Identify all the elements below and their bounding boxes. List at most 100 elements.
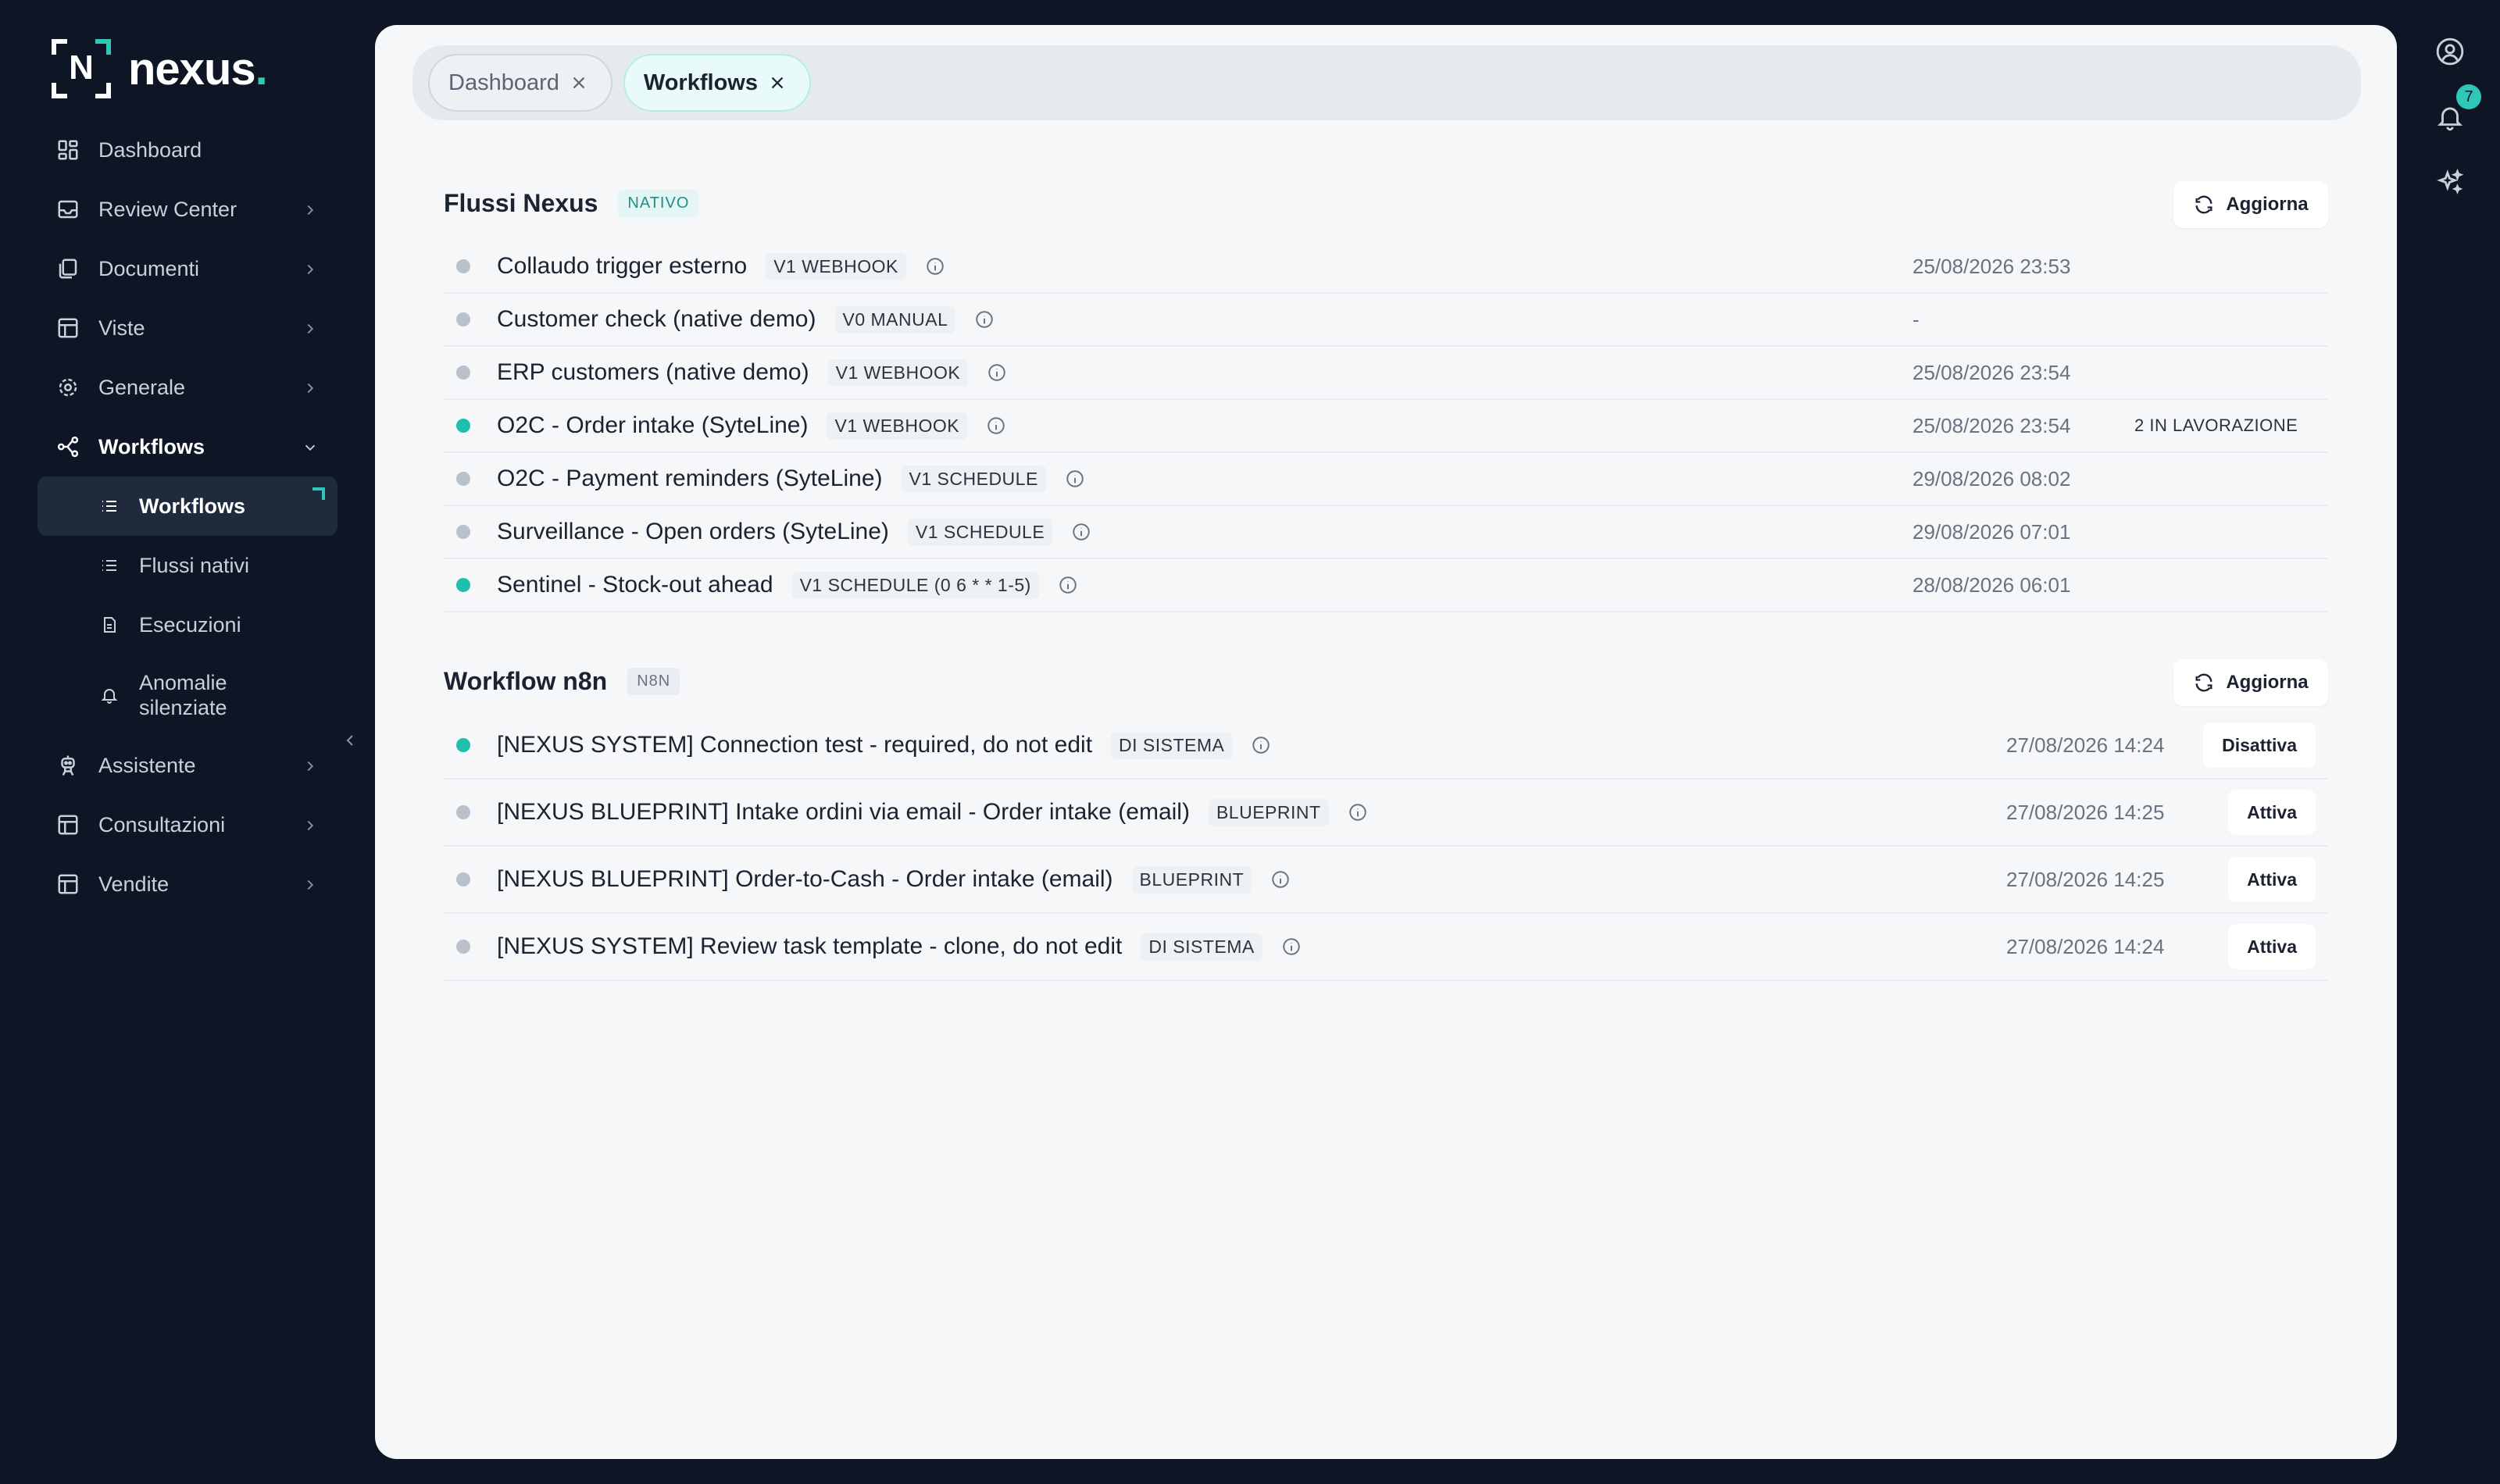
status-dot (456, 805, 470, 819)
chevron-right-icon (302, 200, 319, 224)
list-item[interactable]: O2C - Order intake (SyteLine) V1 WEBHOOK… (444, 400, 2328, 453)
flow-date: 25/08/2026 23:53 (1912, 254, 2071, 278)
flow-name: Surveillance - Open orders (SyteLine) (497, 519, 889, 544)
tab-dashboard[interactable]: Dashboard (428, 54, 612, 112)
info-icon[interactable] (1058, 575, 1078, 595)
info-icon[interactable] (974, 309, 995, 330)
list-item[interactable]: [NEXUS BLUEPRINT] Intake ordini via emai… (444, 779, 2328, 847)
main-panel: Dashboard Workflows Flussi Nexus NATIVO … (375, 25, 2397, 1459)
list-icon (98, 495, 120, 517)
section-title: Workflow n8n (444, 667, 608, 695)
logo-mark-letter: N (69, 48, 94, 87)
in-progress-count: 2 IN LAVORAZIONE (2134, 416, 2298, 435)
chevron-right-icon (302, 378, 319, 402)
user-icon[interactable] (2433, 34, 2467, 69)
info-icon[interactable] (986, 416, 1006, 436)
sparkles-icon[interactable] (2433, 166, 2467, 200)
status-dot (456, 366, 470, 380)
workflow-date: 27/08/2026 14:24 (2006, 934, 2165, 958)
status-dot (456, 578, 470, 592)
info-icon[interactable] (1281, 936, 1302, 957)
sidebar-item-label: Consultazioni (98, 812, 226, 837)
list-item[interactable]: Sentinel - Stock-out ahead V1 SCHEDULE (… (444, 559, 2328, 612)
info-icon[interactable] (987, 362, 1007, 383)
sidebar-item-label: Dashboard (98, 137, 202, 162)
workflow-date: 27/08/2026 14:24 (2006, 733, 2165, 757)
list-item[interactable]: ERP customers (native demo) V1 WEBHOOK 2… (444, 347, 2328, 400)
inbox-icon (55, 196, 81, 223)
list-item[interactable]: [NEXUS SYSTEM] Connection test - require… (444, 712, 2328, 779)
tab-label: Workflows (643, 70, 758, 95)
list-item[interactable]: O2C - Payment reminders (SyteLine) V1 SC… (444, 453, 2328, 506)
status-dot (456, 940, 470, 954)
sidebar: N nexus. Dashboard Review Center Documen… (0, 0, 367, 1484)
file-text-icon (98, 614, 120, 636)
info-icon[interactable] (1348, 802, 1368, 822)
refresh-native-button[interactable]: Aggiorna (2173, 181, 2328, 228)
sidebar-item-viste[interactable]: Viste (38, 298, 338, 358)
native-flows-list: Collaudo trigger esterno V1 WEBHOOK 25/0… (444, 241, 2328, 612)
sidebar-subitem-flussi-nativi[interactable]: Flussi nativi (38, 536, 338, 595)
refresh-label: Aggiorna (2226, 194, 2309, 215)
flow-name: Sentinel - Stock-out ahead (497, 572, 773, 598)
info-icon[interactable] (1251, 735, 1271, 755)
sidebar-item-label: Generale (98, 375, 186, 399)
sidebar-item-review-center[interactable]: Review Center (38, 180, 338, 239)
sidebar-item-label: Workflows (98, 434, 205, 458)
flow-name: ERP customers (native demo) (497, 359, 809, 385)
sidebar-item-dashboard[interactable]: Dashboard (38, 120, 338, 180)
sidebar-item-generale[interactable]: Generale (38, 358, 338, 417)
documents-icon (55, 255, 81, 282)
notification-count-badge: 7 (2456, 84, 2481, 109)
bell-icon (98, 684, 120, 706)
flow-date: 28/08/2026 06:01 (1912, 573, 2071, 597)
chevron-right-icon (302, 319, 319, 343)
sidebar-item-consultazioni[interactable]: Consultazioni (38, 795, 338, 854)
sidebar-subitem-label: silenziate (139, 696, 227, 719)
tab-workflows[interactable]: Workflows (623, 54, 811, 112)
chevron-right-icon (302, 815, 319, 840)
sidebar-nav: Dashboard Review Center Documenti Viste (38, 120, 338, 914)
list-item[interactable]: Collaudo trigger esterno V1 WEBHOOK 25/0… (444, 241, 2328, 294)
sidebar-item-documenti[interactable]: Documenti (38, 239, 338, 298)
list-item[interactable]: Customer check (native demo) V0 MANUAL - (444, 294, 2328, 347)
flow-name: O2C - Payment reminders (SyteLine) (497, 466, 883, 491)
chevron-down-icon (302, 437, 319, 462)
section-tag: N8N (627, 668, 680, 695)
sidebar-item-workflows[interactable]: Workflows (38, 417, 338, 476)
sidebar-item-vendite[interactable]: Vendite (38, 854, 338, 914)
info-icon[interactable] (925, 256, 945, 276)
logo[interactable]: N nexus. (52, 39, 268, 98)
list-item[interactable]: [NEXUS BLUEPRINT] Order-to-Cash - Order … (444, 847, 2328, 914)
sidebar-subitem-label-group: Anomalie silenziate (139, 670, 227, 720)
refresh-n8n-button[interactable]: Aggiorna (2173, 659, 2328, 706)
section-header-n8n: Workflow n8n N8N (444, 667, 680, 696)
flow-name: O2C - Order intake (SyteLine) (497, 412, 809, 438)
close-tab-icon[interactable] (569, 73, 589, 93)
flow-date: 29/08/2026 08:02 (1912, 466, 2071, 491)
flow-version-chip: V0 MANUAL (834, 305, 956, 334)
close-tab-icon[interactable] (767, 73, 788, 93)
table-icon (55, 871, 81, 897)
info-icon[interactable] (1071, 522, 1091, 542)
chevron-right-icon (302, 875, 319, 899)
list-item[interactable]: [NEXUS SYSTEM] Review task template - cl… (444, 914, 2328, 981)
table-icon (55, 315, 81, 341)
info-icon[interactable] (1270, 869, 1291, 890)
sidebar-subitem-anomalie-silenziate[interactable]: Anomalie silenziate (38, 655, 338, 736)
list-item[interactable]: Surveillance - Open orders (SyteLine) V1… (444, 506, 2328, 559)
activate-button[interactable]: Attiva (2228, 857, 2316, 902)
collapse-sidebar-button[interactable] (341, 731, 359, 754)
info-icon[interactable] (1065, 469, 1085, 489)
sidebar-subitem-workflows[interactable]: Workflows (38, 476, 338, 536)
sidebar-subitem-esecuzioni[interactable]: Esecuzioni (38, 595, 338, 655)
activate-button[interactable]: Attiva (2228, 924, 2316, 969)
workflow-icon (55, 433, 81, 460)
deactivate-button[interactable]: Disattiva (2203, 722, 2316, 768)
n8n-workflows-list: [NEXUS SYSTEM] Connection test - require… (444, 712, 2328, 981)
activate-button[interactable]: Attiva (2228, 790, 2316, 835)
workflow-date: 27/08/2026 14:25 (2006, 867, 2165, 891)
sidebar-item-assistente[interactable]: Assistente (38, 736, 338, 795)
flow-version-chip: V1 WEBHOOK (766, 252, 906, 280)
list-icon (98, 555, 120, 576)
